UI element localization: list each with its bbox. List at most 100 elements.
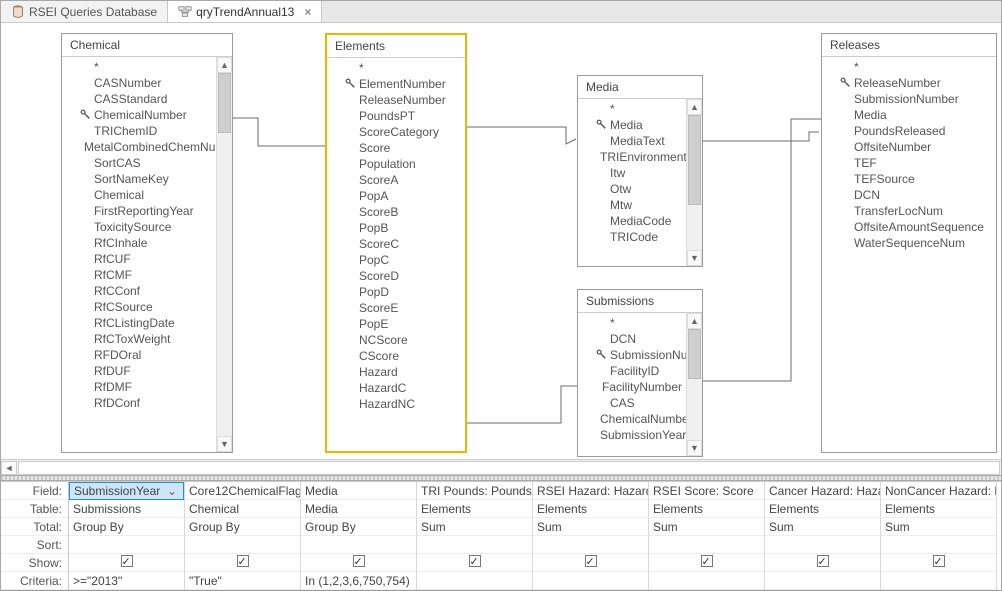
scroll-track[interactable] — [18, 461, 1000, 475]
field-row[interactable]: DCN — [592, 331, 686, 347]
field-row[interactable]: RfDConf — [76, 395, 216, 411]
field-row[interactable]: PopE — [341, 316, 465, 332]
field-row[interactable]: Population — [341, 156, 465, 172]
field-row[interactable]: * — [836, 59, 996, 75]
field-cell[interactable]: Media — [301, 482, 416, 500]
sort-cell[interactable] — [69, 536, 184, 554]
total-cell[interactable]: Group By — [185, 518, 300, 536]
field-row[interactable]: OffsiteAmountSequence — [836, 219, 996, 235]
table-media[interactable]: Media *MediaMediaTextTRIEnvironmentaItwO… — [577, 75, 703, 267]
criteria-cell[interactable]: In (1,2,3,6,750,754) — [301, 572, 416, 590]
sort-cell[interactable] — [649, 536, 764, 554]
field-row[interactable]: SortCAS — [76, 155, 216, 171]
field-row[interactable]: RfCToxWeight — [76, 331, 216, 347]
checkbox[interactable] — [353, 555, 365, 567]
total-cell[interactable]: Sum — [765, 518, 880, 536]
scrollbar[interactable]: ▲ ▼ — [686, 313, 702, 456]
field-row[interactable]: Mtw — [592, 197, 686, 213]
show-cell[interactable] — [69, 554, 184, 572]
field-list[interactable]: *ReleaseNumberSubmissionNumberMediaPound… — [822, 57, 996, 452]
total-cell[interactable]: Group By — [69, 518, 184, 536]
total-cell[interactable]: Sum — [881, 518, 996, 536]
field-cell[interactable]: NonCancer Hazard: H — [881, 482, 996, 500]
total-cell[interactable]: Sum — [533, 518, 648, 536]
checkbox[interactable] — [585, 555, 597, 567]
field-row[interactable]: RfCSource — [76, 299, 216, 315]
field-row[interactable]: ChemicalNumber — [592, 411, 686, 427]
field-row[interactable]: ScoreCategory — [341, 124, 465, 140]
field-row[interactable]: ToxicitySource — [76, 219, 216, 235]
scrollbar[interactable]: ▲ ▼ — [216, 57, 232, 452]
scroll-up-icon[interactable]: ▲ — [687, 99, 702, 115]
field-row[interactable]: MediaText — [592, 133, 686, 149]
table-cell[interactable]: Elements — [649, 500, 764, 518]
field-row[interactable]: Chemical — [76, 187, 216, 203]
field-cell-selected[interactable]: SubmissionYear⌄ — [69, 482, 184, 500]
field-cell[interactable]: RSEI Hazard: Hazard — [533, 482, 648, 500]
field-cell[interactable]: Cancer Hazard: Hazar — [765, 482, 880, 500]
field-row[interactable]: PopA — [341, 188, 465, 204]
field-row[interactable]: ScoreD — [341, 268, 465, 284]
scroll-thumb[interactable] — [218, 73, 231, 133]
field-row[interactable]: CScore — [341, 348, 465, 364]
show-cell[interactable] — [533, 554, 648, 572]
field-row[interactable]: TRIEnvironmenta — [592, 149, 686, 165]
total-cell[interactable]: Sum — [649, 518, 764, 536]
field-row[interactable]: Score — [341, 140, 465, 156]
tab-rsei-db[interactable]: RSEI Queries Database — [1, 1, 168, 22]
field-row[interactable]: RfDUF — [76, 363, 216, 379]
field-row[interactable]: SubmissionNumber — [836, 91, 996, 107]
field-row[interactable]: SubmissionYear — [592, 427, 686, 443]
table-cell[interactable]: Elements — [417, 500, 532, 518]
field-row[interactable]: * — [76, 59, 216, 75]
field-row[interactable]: SortNameKey — [76, 171, 216, 187]
sort-cell[interactable] — [185, 536, 300, 554]
checkbox[interactable] — [817, 555, 829, 567]
field-row[interactable]: PopB — [341, 220, 465, 236]
checkbox[interactable] — [933, 555, 945, 567]
scroll-left-icon[interactable]: ◄ — [1, 461, 17, 475]
show-cell[interactable] — [649, 554, 764, 572]
field-row[interactable]: Itw — [592, 165, 686, 181]
show-cell[interactable] — [185, 554, 300, 572]
field-row[interactable]: RfCListingDate — [76, 315, 216, 331]
close-icon[interactable]: × — [304, 5, 311, 19]
total-cell[interactable]: Group By — [301, 518, 416, 536]
field-row[interactable]: RfCMF — [76, 267, 216, 283]
field-row[interactable]: ScoreB — [341, 204, 465, 220]
canvas-hscroll[interactable]: ◄ — [1, 459, 1001, 475]
query-design-canvas[interactable]: Chemical *CASNumberCASStandardChemicalNu… — [1, 23, 1001, 459]
field-row[interactable]: TEFSource — [836, 171, 996, 187]
field-row[interactable]: TRICode — [592, 229, 686, 245]
show-cell[interactable] — [301, 554, 416, 572]
tab-qrytrend[interactable]: qryTrendAnnual13 × — [168, 1, 322, 22]
criteria-cell[interactable] — [649, 572, 764, 590]
field-row[interactable]: CASNumber — [76, 75, 216, 91]
show-cell[interactable] — [765, 554, 880, 572]
field-row[interactable]: ReleaseNumber — [341, 92, 465, 108]
field-row[interactable]: ChemicalNumber — [76, 107, 216, 123]
table-submissions[interactable]: Submissions *DCNSubmissionNumberFacility… — [577, 289, 703, 457]
field-row[interactable]: Hazard — [341, 364, 465, 380]
checkbox[interactable] — [701, 555, 713, 567]
field-list[interactable]: *CASNumberCASStandardChemicalNumberTRICh… — [62, 57, 216, 452]
sort-cell[interactable] — [881, 536, 996, 554]
field-row[interactable]: Media — [592, 117, 686, 133]
field-row[interactable]: NCScore — [341, 332, 465, 348]
field-row[interactable]: TransferLocNum — [836, 203, 996, 219]
field-row[interactable]: ElementNumber — [341, 76, 465, 92]
scroll-up-icon[interactable]: ▲ — [217, 57, 232, 73]
scroll-down-icon[interactable]: ▼ — [687, 250, 702, 266]
field-row[interactable]: MediaCode — [592, 213, 686, 229]
table-cell[interactable]: Elements — [533, 500, 648, 518]
field-row[interactable]: ScoreE — [341, 300, 465, 316]
field-row[interactable]: PopD — [341, 284, 465, 300]
field-row[interactable]: MetalCombinedChemNum — [76, 139, 216, 155]
chevron-down-icon[interactable]: ⌄ — [165, 482, 179, 500]
total-cell[interactable]: Sum — [417, 518, 532, 536]
table-cell[interactable]: Media — [301, 500, 416, 518]
field-row[interactable]: CASStandard — [76, 91, 216, 107]
field-row[interactable]: ScoreA — [341, 172, 465, 188]
field-row[interactable]: CAS — [592, 395, 686, 411]
field-row[interactable]: RfCInhale — [76, 235, 216, 251]
